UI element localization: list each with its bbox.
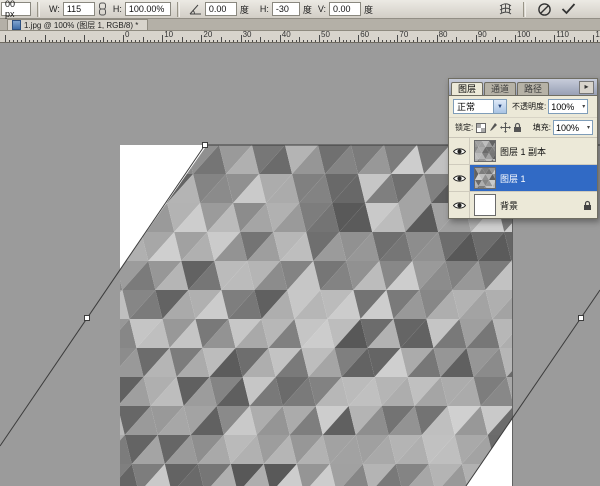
separator: [177, 2, 180, 17]
tab-channels[interactable]: 通道: [484, 82, 516, 95]
tab-paths[interactable]: 路径: [517, 82, 549, 95]
tab-layers[interactable]: 图层: [451, 82, 483, 95]
layers-panel: 图层 通道 路径 ▸ 正常 ▼ 不透明度: 100% ▾ 锁定: 填充: 100…: [448, 78, 598, 219]
visibility-eye-icon[interactable]: [449, 165, 470, 191]
fill-label: 填充:: [533, 122, 551, 133]
commit-transform-button[interactable]: [558, 1, 578, 18]
panel-tab-bar: 图层 通道 路径 ▸: [449, 79, 597, 96]
opacity-field[interactable]: 100% ▾: [548, 99, 588, 114]
rotate-angle-icon: [189, 4, 202, 15]
lock-label: 锁定:: [455, 122, 473, 133]
cancel-transform-button[interactable]: [534, 1, 554, 18]
chevron-down-icon[interactable]: ▾: [585, 124, 592, 131]
layer-name[interactable]: 图层 1 副本: [500, 145, 546, 158]
lock-options-row: 锁定: 填充: 100% ▾: [449, 118, 597, 138]
link-dimensions-icon[interactable]: [98, 2, 107, 16]
options-bar: 00 px W: 115 H: 100.00% 0.00 度 H: -30 度 …: [0, 0, 600, 19]
rotate-field[interactable]: 0.00: [205, 2, 237, 16]
layer-row-background[interactable]: 背景: [449, 192, 597, 218]
v-skew-field[interactable]: 0.00: [329, 2, 361, 16]
chevron-down-icon[interactable]: ▾: [580, 103, 587, 110]
h-skew-label: H:: [260, 4, 269, 14]
width-label: W:: [49, 4, 60, 14]
document-tab[interactable]: 1.jpg @ 100% (图层 1, RGB/8) *: [7, 19, 148, 30]
blend-mode-value: 正常: [454, 100, 493, 113]
visibility-eye-icon[interactable]: [449, 138, 470, 164]
warp-mode-button[interactable]: [495, 1, 515, 18]
fill-field[interactable]: 100% ▾: [553, 120, 593, 135]
h-skew-field[interactable]: -30: [272, 2, 300, 16]
layer-thumbnail[interactable]: [474, 167, 496, 189]
layer-thumbnail[interactable]: [474, 140, 496, 162]
panel-menu-button[interactable]: ▸: [579, 81, 594, 94]
lock-image-icon[interactable]: [487, 121, 499, 135]
layer-row-selected[interactable]: 图层 1: [449, 165, 597, 192]
document-tab-strip: 1.jpg @ 100% (图层 1, RGB/8) *: [0, 19, 600, 31]
width-field[interactable]: 115: [63, 2, 95, 16]
degree-unit-label: 度: [364, 3, 373, 16]
blend-mode-select[interactable]: 正常 ▼: [453, 99, 507, 114]
degree-unit-label: 度: [240, 3, 249, 16]
separator: [37, 2, 40, 17]
opacity-value: 100%: [551, 102, 574, 112]
layer-name[interactable]: 背景: [500, 199, 518, 212]
chevron-down-icon[interactable]: ▼: [493, 100, 506, 113]
degree-unit-label: 度: [303, 3, 312, 16]
separator: [523, 2, 526, 17]
horizontal-ruler[interactable]: 0102030405060708090100110120: [0, 31, 600, 43]
y-position-field-partial[interactable]: 00 px: [1, 2, 31, 16]
v-skew-label: V:: [318, 4, 326, 14]
visibility-eye-icon[interactable]: [449, 192, 470, 218]
height-label: H:: [113, 4, 122, 14]
document-title: 1.jpg @ 100% (图层 1, RGB/8) *: [24, 20, 138, 31]
document-icon: [12, 20, 21, 30]
lock-transparency-icon[interactable]: [475, 121, 487, 135]
lock-all-icon[interactable]: [511, 121, 523, 135]
layer-thumbnail[interactable]: [474, 194, 496, 216]
lock-position-icon[interactable]: [499, 121, 511, 135]
layer-row[interactable]: 图层 1 副本: [449, 138, 597, 165]
layer-name[interactable]: 图层 1: [500, 172, 526, 185]
blend-options-row: 正常 ▼ 不透明度: 100% ▾: [449, 96, 597, 118]
height-field[interactable]: 100.00%: [125, 2, 171, 16]
layer-lock-icon: [583, 200, 592, 211]
fill-value: 100%: [556, 123, 579, 133]
opacity-label: 不透明度:: [512, 101, 546, 112]
